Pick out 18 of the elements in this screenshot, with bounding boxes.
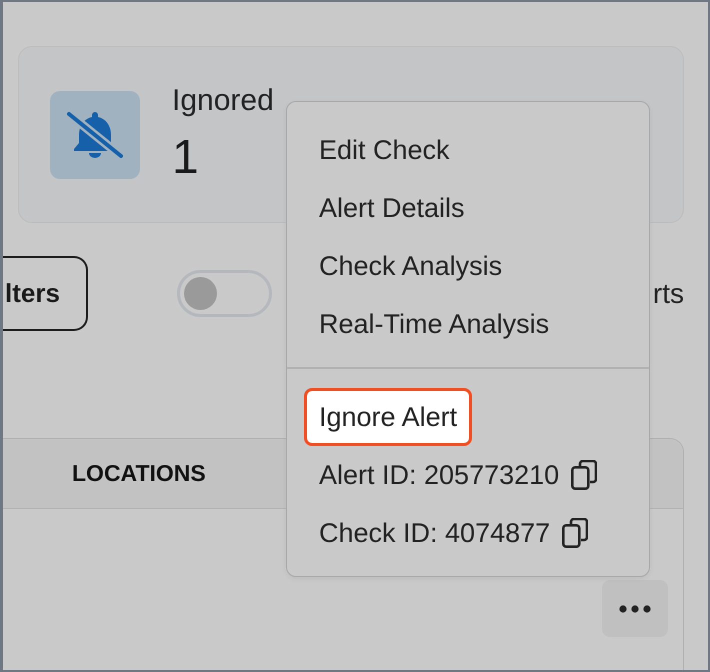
- menu-item[interactable]: Real-Time Analysis: [304, 295, 564, 353]
- copy-icon[interactable]: [562, 518, 588, 548]
- toggle-label: rts: [652, 278, 684, 310]
- more-button[interactable]: [602, 580, 668, 637]
- menu-item[interactable]: Alert Details: [304, 179, 480, 237]
- stat-title: Ignored: [172, 84, 274, 118]
- copy-icon[interactable]: [571, 460, 598, 490]
- bell-slash-icon: [50, 90, 140, 178]
- stat-value: 1: [172, 130, 199, 186]
- menu-item[interactable]: Alert ID: 205773210: [304, 446, 612, 504]
- column-header: LOCATIONS: [72, 460, 206, 487]
- more-icon: [619, 604, 651, 612]
- menu-item[interactable]: Check ID: 4074877: [304, 504, 604, 562]
- filters-button[interactable]: lters: [3, 256, 88, 331]
- menu-item[interactable]: Ignore Alert: [304, 388, 472, 446]
- toggle-switch[interactable]: [176, 270, 272, 317]
- menu-item[interactable]: Check Analysis: [304, 237, 518, 295]
- menu-item[interactable]: Edit Check: [304, 121, 465, 179]
